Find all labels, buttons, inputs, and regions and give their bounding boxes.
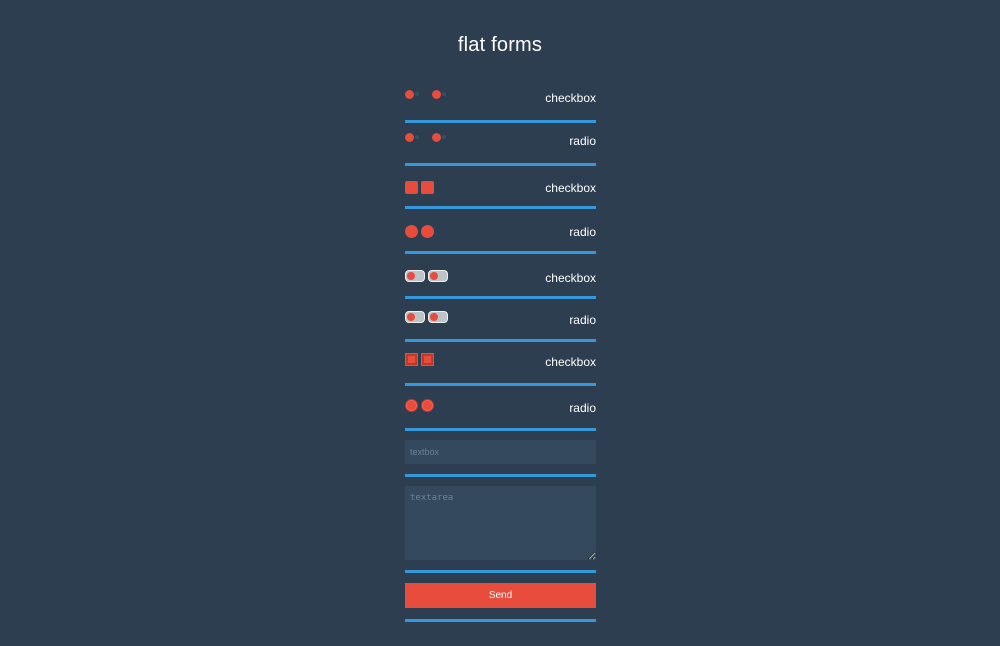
- row-label: checkbox: [545, 355, 596, 369]
- radio-row-2: radio: [405, 209, 596, 254]
- checkbox-row-3: checkbox: [405, 254, 596, 299]
- send-button[interactable]: Send: [405, 583, 596, 608]
- radio-2[interactable]: [432, 131, 456, 143]
- radio-row-1: radio: [405, 123, 596, 166]
- row-label: radio: [569, 134, 596, 148]
- send-row: Send: [405, 583, 596, 622]
- page-title: flat forms: [457, 34, 543, 56]
- checkbox-1[interactable]: [405, 181, 418, 194]
- radio-group: [405, 399, 434, 412]
- checkbox-1[interactable]: [405, 88, 429, 100]
- page: flat forms checkbox radio checkbox radio…: [0, 0, 1000, 646]
- textarea-row: [405, 486, 596, 573]
- checkbox-row-1: checkbox: [405, 80, 596, 123]
- row-label: radio: [569, 313, 596, 327]
- checkbox-2[interactable]: [421, 353, 434, 366]
- checkbox-group: [405, 270, 448, 282]
- radio-1[interactable]: [405, 399, 418, 412]
- row-label: checkbox: [545, 181, 596, 195]
- checkbox-1[interactable]: [405, 353, 418, 366]
- radio-group: [405, 225, 434, 238]
- row-label: checkbox: [545, 271, 596, 285]
- radio-toggle-1[interactable]: [405, 311, 425, 323]
- radio-toggle-2[interactable]: [428, 311, 448, 323]
- checkbox-2[interactable]: [421, 181, 434, 194]
- checkbox-toggle-2[interactable]: [428, 270, 448, 282]
- row-label: radio: [569, 401, 596, 415]
- checkbox-row-4: checkbox: [405, 342, 596, 386]
- row-label: checkbox: [545, 91, 596, 105]
- radio-1[interactable]: [405, 225, 418, 238]
- checkbox-group: [405, 181, 434, 194]
- checkbox-group: [405, 88, 456, 100]
- radio-1[interactable]: [405, 131, 429, 143]
- radio-row-4: radio: [405, 386, 596, 431]
- radio-2[interactable]: [421, 399, 434, 412]
- radio-2[interactable]: [421, 225, 434, 238]
- flat-form: checkbox radio checkbox radio checkbox r…: [405, 80, 596, 622]
- radio-row-3: radio: [405, 299, 596, 342]
- radio-group: [405, 131, 456, 143]
- checkbox-2[interactable]: [432, 88, 456, 100]
- textbox-row: [405, 440, 596, 477]
- radio-group: [405, 311, 448, 323]
- textbox-input[interactable]: [405, 440, 596, 464]
- checkbox-toggle-1[interactable]: [405, 270, 425, 282]
- textarea-input[interactable]: [405, 486, 596, 560]
- checkbox-row-2: checkbox: [405, 166, 596, 209]
- checkbox-group: [405, 353, 434, 366]
- row-label: radio: [569, 225, 596, 239]
